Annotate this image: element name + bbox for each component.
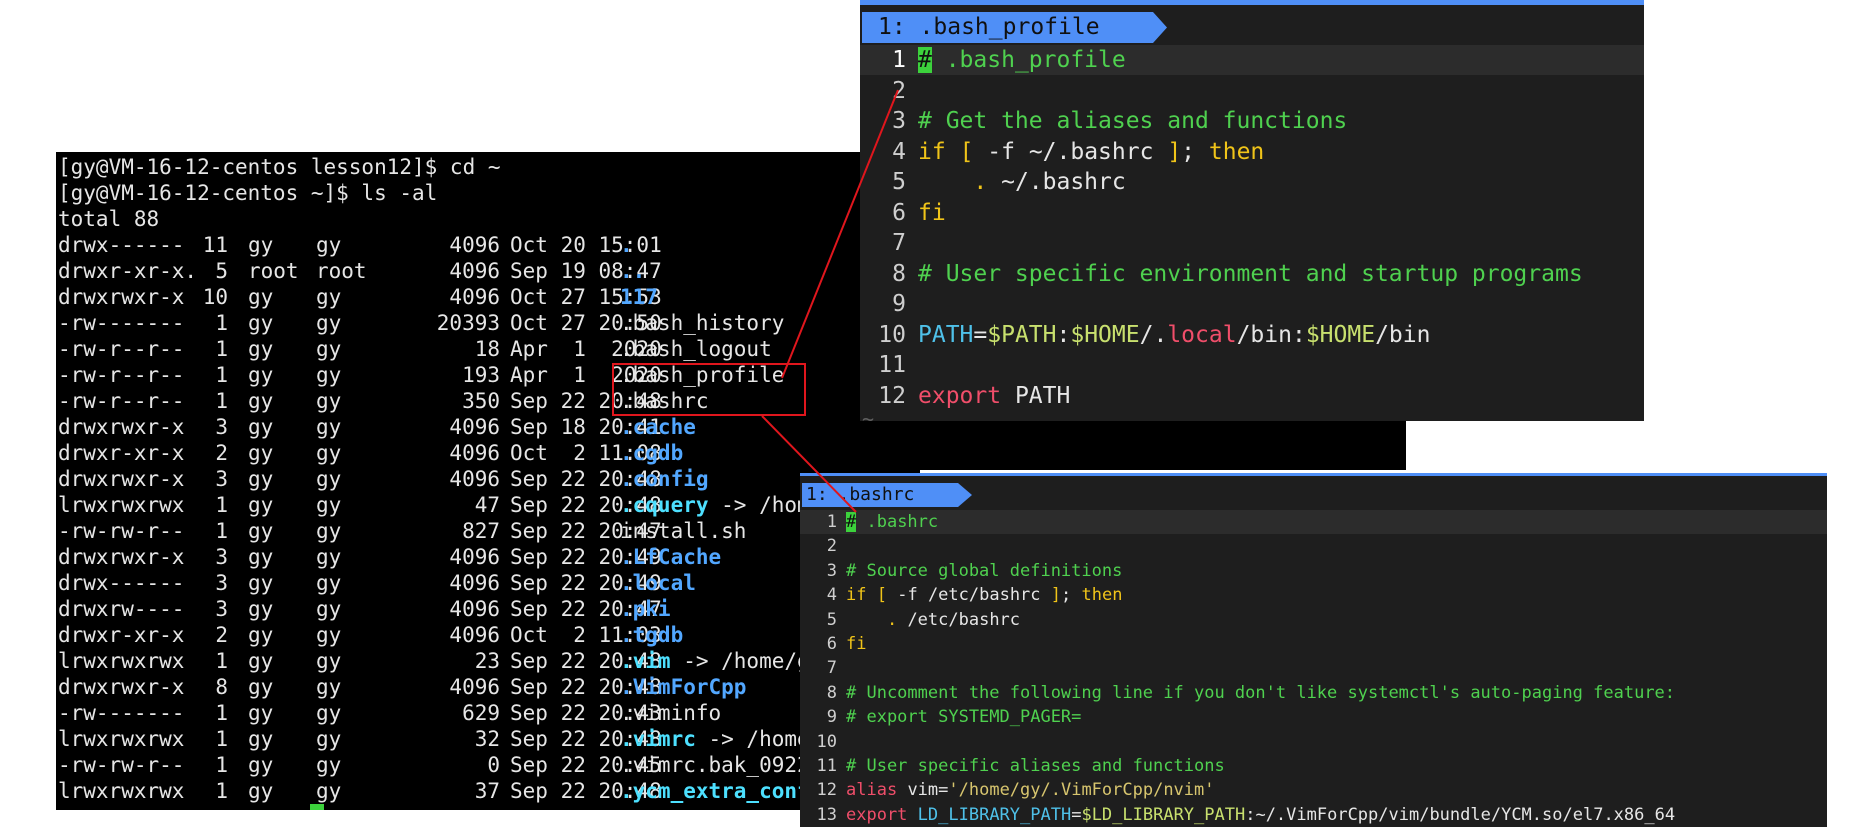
annotation-arrows [761,89,899,513]
arrow-to-bashrc [761,415,857,513]
arrow-to-profile [781,89,899,379]
